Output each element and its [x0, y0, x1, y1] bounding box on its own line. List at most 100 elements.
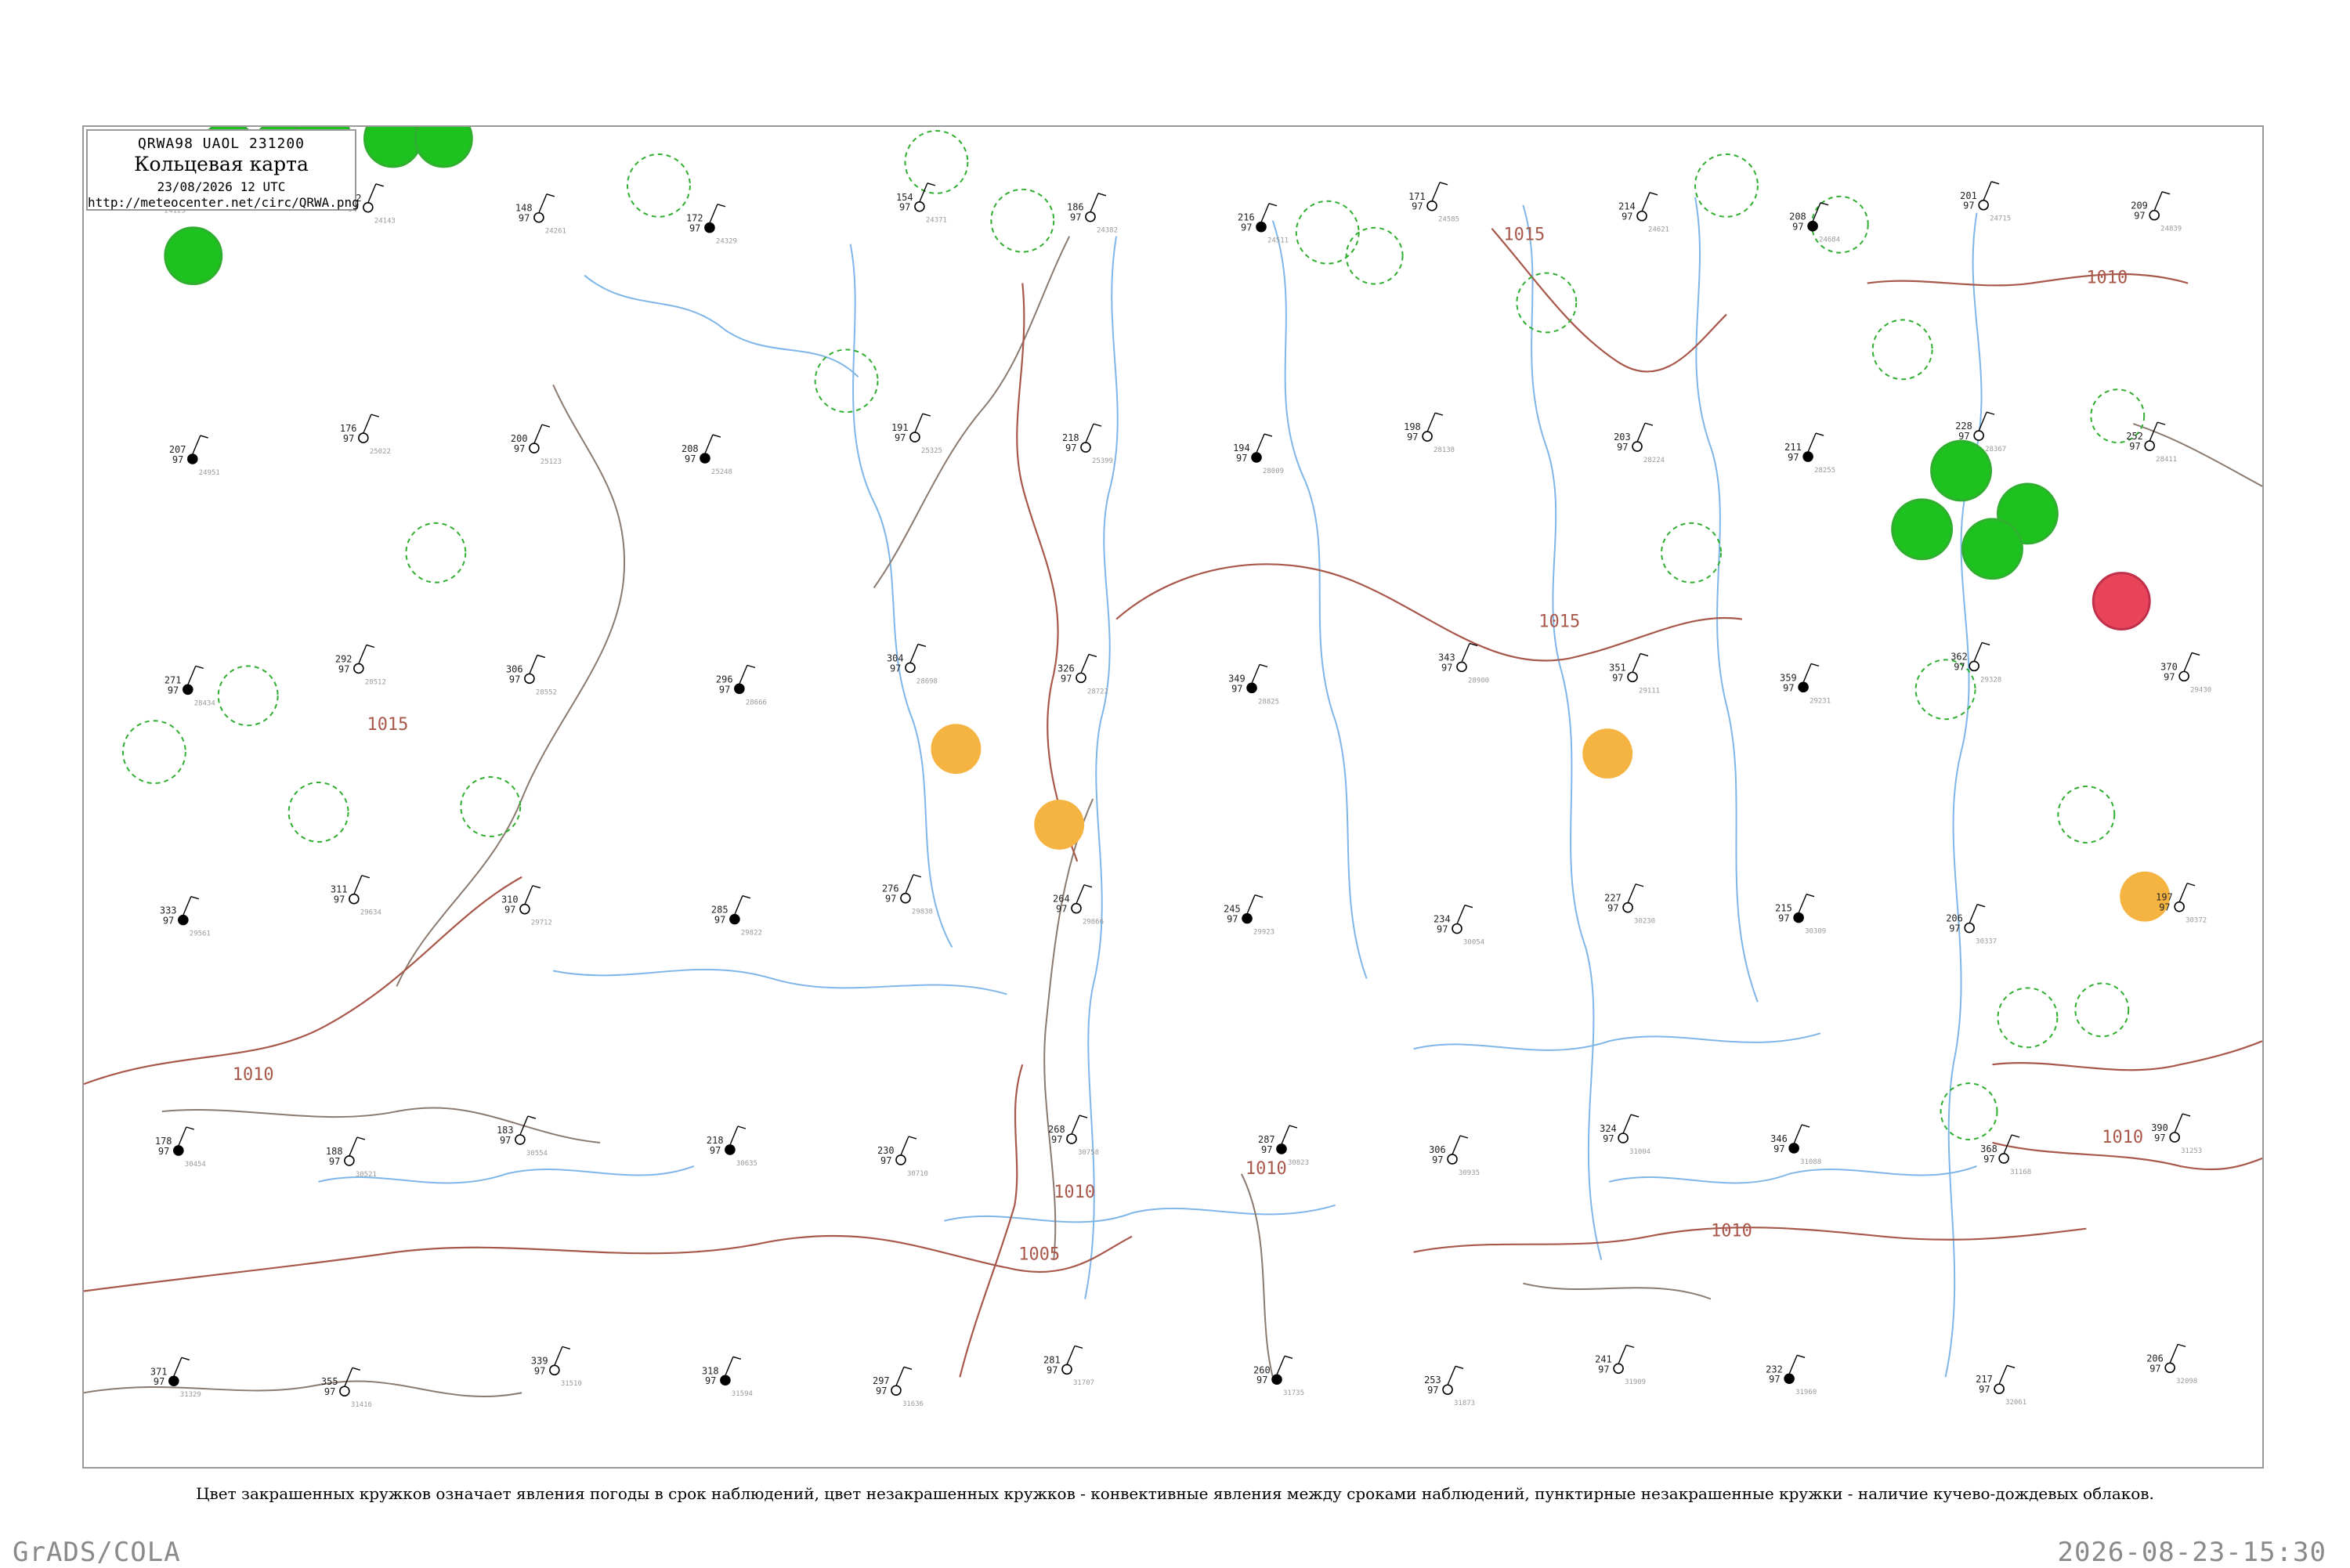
- station-plot: 23297 31960: [1766, 1354, 1817, 1396]
- station-pressure: 201: [1960, 190, 1977, 201]
- station-temperature: 97: [1792, 222, 1803, 233]
- station-circle: [895, 1154, 906, 1165]
- station-id: 28411: [2156, 456, 2177, 464]
- station-pressure: 346: [1770, 1133, 1788, 1144]
- station-id: 29838: [912, 909, 933, 916]
- station-circle: [1442, 1384, 1453, 1396]
- wind-barb-feather: [181, 1357, 190, 1360]
- station-pressure: 186: [1067, 202, 1084, 213]
- wind-barb: [1276, 1356, 1285, 1375]
- station-id: 29328: [1980, 676, 2001, 684]
- station-id: 29822: [741, 930, 762, 938]
- station-pressure: 194: [1233, 443, 1250, 453]
- station-plot: 17197 24585: [1408, 182, 1459, 224]
- wind-barb: [734, 895, 743, 915]
- station-pressure: 252: [2126, 431, 2143, 442]
- station-id: 31873: [1454, 1400, 1475, 1407]
- wind-barb-feather: [1649, 192, 1658, 196]
- station-id: 31707: [1073, 1379, 1094, 1387]
- wind-barb-feather: [1093, 423, 1102, 427]
- map-canvas: 1015 1010 1005 1010 1015 1010 1010 1015 …: [84, 127, 2262, 1409]
- station-pressure: 304: [887, 652, 904, 663]
- station-pressure: 390: [2151, 1122, 2168, 1133]
- station-temperature: 97: [2149, 1363, 2160, 1374]
- station-pressure: 343: [1438, 652, 1455, 663]
- station-id: 24684: [1819, 237, 1840, 244]
- station-pressure: 245: [1224, 904, 1241, 915]
- wind-barb-feather: [375, 183, 385, 187]
- station-temperature: 97: [719, 684, 730, 695]
- station-pressure: 148: [515, 203, 533, 214]
- station-layer: 1659724125162972414314897242611729724329…: [135, 173, 2211, 1409]
- station-plot: 23097 30710: [877, 1136, 928, 1178]
- wind-barb-feather: [371, 414, 380, 417]
- wind-barb-feather: [2191, 652, 2200, 656]
- station-plot: 21597 30309: [1775, 894, 1826, 936]
- station-temperature: 97: [1783, 682, 1794, 693]
- station-pressure: 211: [1784, 442, 1802, 453]
- station-pressure: 371: [150, 1366, 168, 1377]
- station-temperature: 97: [168, 685, 179, 695]
- station-plot: 24597 29923: [1224, 894, 1274, 937]
- station-plot: 35597 31416: [321, 1367, 372, 1409]
- wind-barb-feather: [737, 1125, 747, 1129]
- cb-cloud-marker: [904, 129, 969, 194]
- station-pressure: 206: [1946, 913, 1963, 924]
- station-plot: 20997 24839: [2131, 191, 2182, 233]
- station-temperature: 97: [509, 674, 520, 685]
- station-temperature: 97: [519, 213, 530, 224]
- station-id: 24839: [2160, 226, 2182, 233]
- station-pressure: 306: [1429, 1144, 1446, 1155]
- wind-barb-feather: [366, 644, 375, 649]
- wind-barb-feather: [1264, 433, 1273, 437]
- station-pressure: 230: [877, 1145, 895, 1156]
- wind-barb: [1636, 422, 1646, 443]
- wind-barb-feather: [1289, 1125, 1298, 1129]
- wind-barb: [363, 414, 372, 434]
- station-id: 28512: [365, 678, 386, 686]
- station-id: 28552: [536, 688, 557, 696]
- station-pressure: 368: [1980, 1143, 1998, 1154]
- station-circle: [1251, 452, 1262, 463]
- cb-cloud-marker: [405, 522, 467, 583]
- wind-barb-feather: [1259, 663, 1268, 668]
- wind-barb: [1627, 883, 1636, 903]
- station-circle: [349, 893, 360, 905]
- station-circle: [1242, 912, 1253, 924]
- station-temperature: 97: [154, 1376, 164, 1387]
- station-circle: [1969, 660, 1979, 672]
- station-temperature: 97: [534, 1365, 545, 1376]
- wind-barb-feather: [527, 1115, 537, 1119]
- station-pressure: 264: [1053, 894, 1070, 905]
- station-id: 28825: [1258, 698, 1279, 706]
- wind-barb: [1256, 433, 1265, 453]
- station-plot: 21197 28255: [1784, 432, 1835, 475]
- station-temperature: 97: [1231, 683, 1242, 694]
- station-id: 24382: [1097, 227, 1118, 235]
- wind-barb: [2178, 883, 2188, 902]
- station-circle: [168, 1375, 179, 1387]
- station-plot: 31897 31594: [702, 1356, 753, 1398]
- station-circle: [1447, 1154, 1458, 1165]
- station-temperature: 97: [504, 905, 515, 916]
- station-circle: [1784, 1373, 1795, 1385]
- station-temperature: 97: [1954, 661, 1965, 672]
- station-circle: [178, 914, 189, 926]
- station-pressure: 326: [1058, 663, 1075, 674]
- station-pressure: 311: [331, 884, 348, 895]
- wind-barb: [739, 665, 748, 685]
- station-pressure: 218: [1062, 432, 1079, 443]
- wind-barb: [1246, 894, 1256, 914]
- wind-barb-feather: [361, 875, 371, 879]
- station-plot: 31097 29712: [501, 885, 552, 927]
- station-id: 28698: [916, 677, 938, 685]
- station-circle: [1613, 1363, 1624, 1375]
- station-temperature: 97: [685, 453, 696, 464]
- station-circle: [1622, 901, 1633, 913]
- station-plot: 21897 30635: [707, 1125, 757, 1168]
- station-circle: [905, 662, 916, 674]
- wind-barb: [2183, 652, 2193, 672]
- station-plot: 17297 24329: [686, 204, 737, 246]
- wind-barb: [1456, 905, 1466, 924]
- station-pressure: 253: [1424, 1375, 1441, 1386]
